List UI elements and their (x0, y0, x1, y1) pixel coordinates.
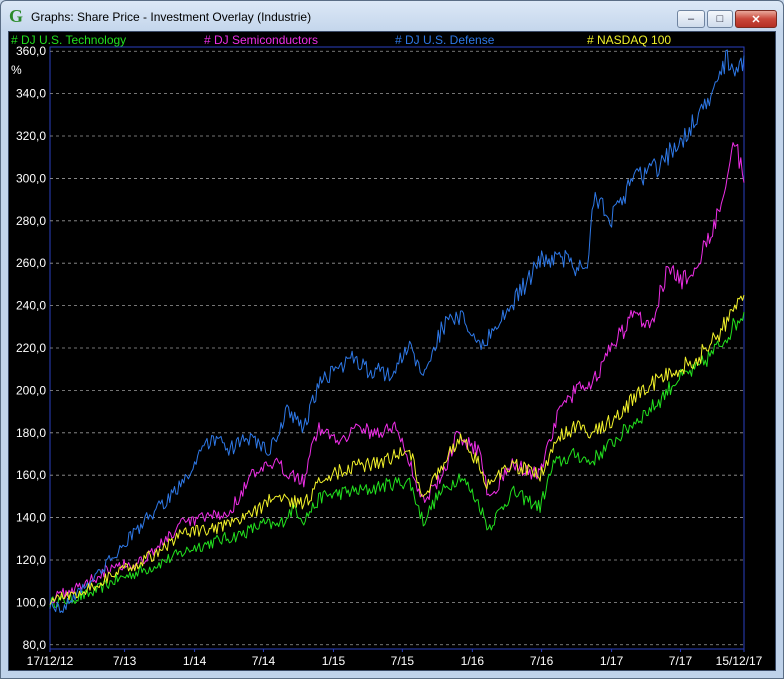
y-tick-label: 180,0 (16, 426, 46, 440)
legend-entry: # DJ Semiconductors (204, 33, 318, 47)
y-tick-label: 140,0 (16, 511, 46, 525)
x-tick-label: 17/12/12 (27, 654, 74, 668)
x-tick-label: 7/14 (252, 654, 276, 668)
share-price-chart[interactable]: 80,0 100,0 120,0 140,0 160,0 180,0 200,0 220,0 2… (9, 32, 775, 670)
minimize-icon: – (687, 13, 695, 25)
y-tick-label: 80,0 (23, 638, 47, 652)
minimize-button[interactable]: – (677, 10, 705, 28)
legend-entry: # DJ U.S. Technology (11, 33, 126, 47)
x-tick-label: 7/15 (391, 654, 415, 668)
y-tick-label: 220,0 (16, 341, 46, 355)
x-tick-label: 7/17 (669, 654, 693, 668)
app-window: G Graphs: Share Price - Investment Overl… (0, 0, 784, 679)
x-tick-label: 1/15 (322, 654, 346, 668)
y-tick-label: 260,0 (16, 256, 46, 270)
series-line-dj-u-s-defense (49, 49, 745, 613)
maximize-button[interactable]: □ (707, 10, 733, 28)
window-title: Graphs: Share Price - Investment Overlay… (31, 10, 312, 24)
y-tick-label: 160,0 (16, 468, 46, 482)
y-tick-label: 200,0 (16, 383, 46, 397)
y-tick-label: 100,0 (16, 595, 46, 609)
y-tick-label: 280,0 (16, 214, 46, 228)
title-bar[interactable]: G Graphs: Share Price - Investment Overl… (1, 1, 783, 31)
legend-entry: # NASDAQ 100 (587, 33, 671, 47)
x-tick-label: 7/16 (530, 654, 554, 668)
close-icon: ✕ (751, 13, 761, 26)
y-tick-label: 300,0 (16, 171, 46, 185)
x-tick-label: 7/13 (113, 654, 137, 668)
y-tick-label: 120,0 (16, 553, 46, 567)
x-tick-label: 15/12/17 (716, 654, 763, 668)
maximize-icon: □ (716, 13, 724, 25)
x-tick-label: 1/17 (600, 654, 624, 668)
x-tick-label: 1/16 (461, 654, 485, 668)
x-tick-label: 1/14 (183, 654, 207, 668)
y-tick-label: 340,0 (16, 87, 46, 101)
close-button[interactable]: ✕ (735, 10, 777, 28)
y-axis-label: % (11, 63, 22, 77)
chart-area: 80,0 100,0 120,0 140,0 160,0 180,0 200,0 220,0 2… (8, 31, 776, 671)
series-line-dj-u-s-technology (49, 311, 745, 608)
series-line-nasdaq-100 (49, 294, 745, 605)
series-line-dj-semiconductors (49, 142, 745, 605)
y-tick-label: 320,0 (16, 129, 46, 143)
y-tick-label: 240,0 (16, 299, 46, 313)
legend-entry: # DJ U.S. Defense (395, 33, 495, 47)
app-logo-icon: G (9, 6, 24, 26)
